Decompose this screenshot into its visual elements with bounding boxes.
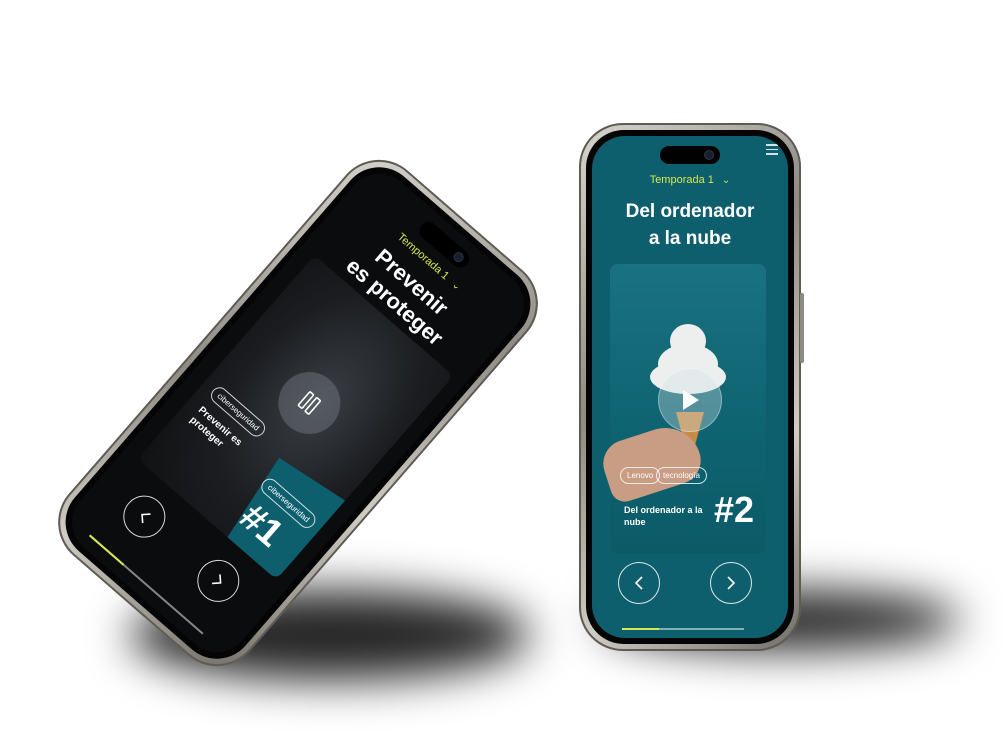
play-button[interactable] (658, 368, 722, 432)
phone-right-side-button (800, 293, 804, 363)
episode-title: Del ordenador a la nube (624, 505, 703, 527)
episode-progress (622, 628, 744, 630)
play-icon (683, 390, 699, 410)
episode-progress (88, 534, 204, 635)
episode-progress-fill (88, 534, 125, 566)
episode-progress-fill (622, 628, 659, 630)
prev-button[interactable] (114, 486, 174, 547)
season-selector[interactable]: Temporada 1 ⌄ (592, 174, 788, 186)
tag-tecnologia[interactable]: tecnología (656, 467, 707, 484)
tag-lenovo[interactable]: Lenovo (620, 467, 661, 484)
episode-card[interactable]: Lenovo tecnología Del ordenador a la nub… (597, 264, 766, 554)
chevron-down-icon: ⌄ (449, 279, 463, 294)
phone-right-screen: Temporada 1 ⌄ Del ordenador a la nube Len… (592, 136, 788, 638)
chevron-down-icon: ⌄ (721, 175, 731, 186)
pause-button[interactable] (265, 359, 354, 447)
dynamic-island (660, 146, 720, 164)
chevron-left-icon (141, 513, 151, 524)
episode-heading-line2: a la nube (648, 228, 732, 249)
episode-number: #2 (714, 489, 755, 530)
episode-heading: Del ordenador a la nube (602, 198, 778, 252)
pause-icon (297, 391, 321, 415)
episode-title: Prevenir es proteger (187, 404, 244, 450)
season-label: Temporada 1 (649, 174, 714, 186)
chevron-right-icon (212, 574, 222, 585)
chevron-right-icon (727, 576, 736, 590)
prev-button[interactable] (618, 562, 660, 604)
phone-left-screen: Temporada 1⌄ Prevenir es proteger cibers… (58, 160, 538, 666)
phone-right-bezel: Temporada 1 ⌄ Del ordenador a la nube Len… (586, 130, 794, 644)
phone-right: Temporada 1 ⌄ Del ordenador a la nube Len… (579, 123, 804, 651)
cloud-illustration-top (670, 324, 706, 358)
next-button[interactable] (188, 551, 248, 611)
chevron-left-icon (634, 576, 643, 590)
next-button[interactable] (710, 562, 752, 604)
phone-left-bezel: Temporada 1⌄ Prevenir es proteger cibers… (50, 151, 546, 675)
menu-icon[interactable] (766, 144, 778, 158)
episode-heading-line1: Del ordenador (625, 201, 755, 222)
